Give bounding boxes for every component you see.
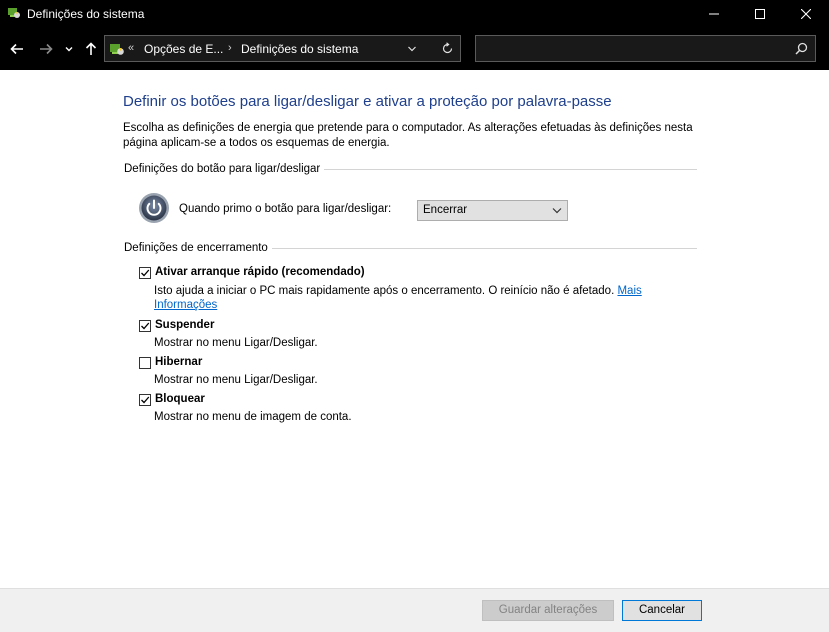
page-description: Escolha as definições de energia que pre…	[123, 122, 693, 149]
hibernate-description: Mostrar no menu Ligar/Desligar.	[154, 374, 318, 386]
chevron-down-icon	[65, 47, 73, 52]
hibernate-label[interactable]: Hibernar	[155, 356, 202, 368]
chevron-down-icon	[552, 208, 562, 214]
checkmark-icon	[141, 322, 150, 330]
power-button-prompt: Quando primo o botão para ligar/desligar…	[179, 203, 392, 215]
refresh-icon[interactable]	[441, 42, 454, 55]
arrow-right-icon	[40, 43, 53, 55]
recent-locations-button[interactable]	[62, 40, 76, 58]
save-changes-button[interactable]: Guardar alterações	[482, 600, 614, 621]
search-icon[interactable]	[795, 42, 808, 55]
minimize-icon	[709, 13, 719, 15]
chevron-down-icon[interactable]	[407, 44, 417, 54]
power-button-section-label: Definições do botão para ligar/desligar	[124, 163, 325, 175]
power-options-icon	[110, 44, 124, 55]
page-title: Definir os botões para ligar/desligar e …	[123, 93, 612, 110]
maximize-button[interactable]	[737, 0, 783, 28]
sleep-description: Mostrar no menu Ligar/Desligar.	[154, 337, 318, 349]
arrow-left-icon	[10, 43, 23, 55]
power-button-action-select[interactable]: Encerrar	[417, 200, 568, 221]
close-icon	[801, 9, 811, 19]
fast-startup-description: Isto ajuda a iniciar o PC mais rapidamen…	[154, 284, 684, 312]
back-button[interactable]	[8, 40, 26, 58]
power-button-icon	[139, 193, 169, 223]
maximize-icon	[755, 9, 765, 19]
title-bar: Definições do sistema	[0, 0, 829, 28]
address-bar[interactable]: « Opções de E... › Definições do sistema	[104, 35, 461, 62]
sleep-label[interactable]: Suspender	[155, 319, 214, 331]
shutdown-section-label: Definições de encerramento	[124, 242, 272, 254]
power-options-icon	[8, 8, 20, 18]
sleep-checkbox[interactable]	[139, 320, 151, 332]
lock-description: Mostrar no menu de imagem de conta.	[154, 411, 352, 423]
checkmark-icon	[141, 269, 150, 277]
search-box[interactable]	[475, 35, 816, 62]
navigation-bar: « Opções de E... › Definições do sistema	[0, 28, 829, 70]
window-title: Definições do sistema	[27, 7, 145, 21]
up-button[interactable]	[82, 40, 100, 58]
main-content: Definir os botões para ligar/desligar e …	[0, 70, 829, 588]
breadcrumb-power-options[interactable]: Opções de E...	[144, 42, 223, 56]
power-button-action-value: Encerrar	[423, 204, 468, 216]
footer-bar: Guardar alterações Cancelar	[0, 588, 829, 632]
breadcrumb-system-settings[interactable]: Definições do sistema	[241, 42, 358, 56]
arrow-up-icon	[85, 42, 97, 55]
fast-startup-checkbox[interactable]	[139, 267, 151, 279]
breadcrumb-separator-icon: ›	[228, 42, 232, 54]
hibernate-checkbox[interactable]	[139, 357, 151, 369]
lock-label[interactable]: Bloquear	[155, 393, 205, 405]
breadcrumb-overflow[interactable]: «	[128, 42, 134, 54]
fast-startup-description-text: Isto ajuda a iniciar o PC mais rapidamen…	[154, 285, 618, 297]
cancel-button[interactable]: Cancelar	[622, 600, 702, 621]
close-button[interactable]	[783, 0, 829, 28]
lock-checkbox[interactable]	[139, 394, 151, 406]
fast-startup-label[interactable]: Ativar arranque rápido (recomendado)	[155, 266, 365, 278]
minimize-button[interactable]	[691, 0, 737, 28]
checkmark-icon	[141, 396, 150, 404]
forward-button[interactable]	[37, 40, 55, 58]
